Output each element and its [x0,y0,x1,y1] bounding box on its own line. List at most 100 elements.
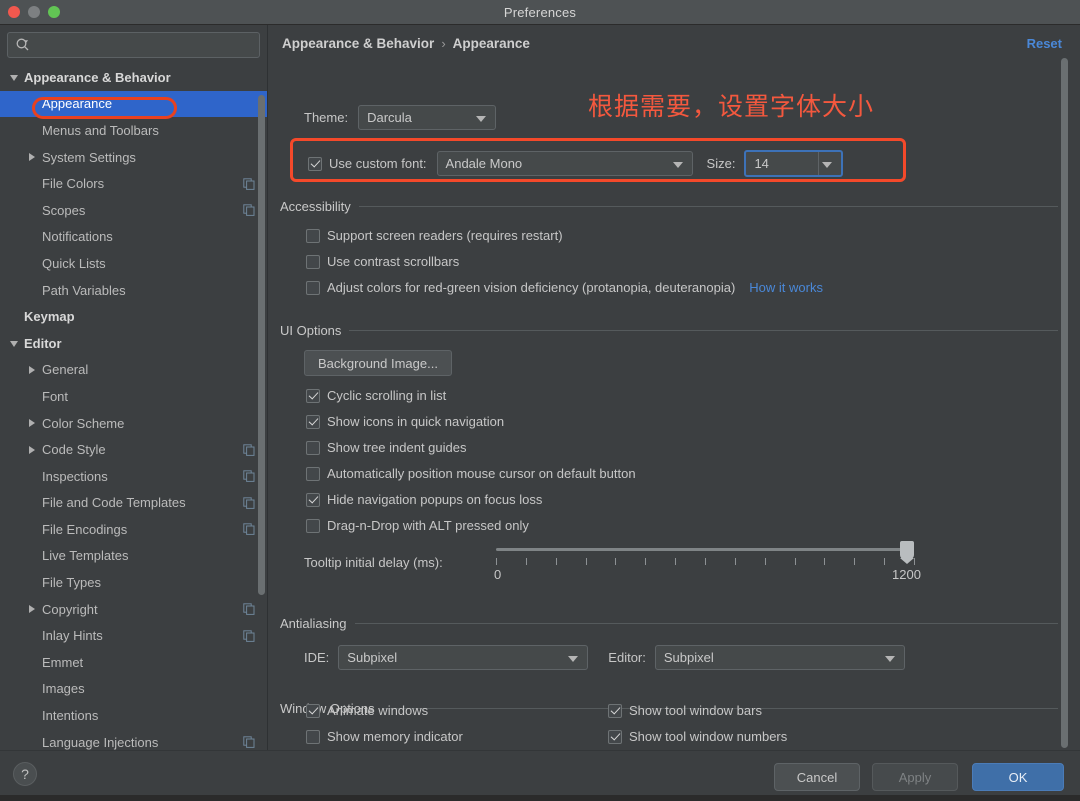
close-window-button[interactable] [8,6,20,18]
checkbox[interactable] [608,729,622,744]
sidebar-scrollbar-thumb[interactable] [258,95,265,595]
custom-font-dropdown[interactable]: Andale Mono [436,151,693,176]
chevron-down-icon[interactable] [822,161,833,168]
sidebar-item-emmet[interactable]: Emmet [0,649,267,676]
minimize-window-button[interactable] [28,6,40,18]
checkbox-show-memory-indicator[interactable]: Show memory indicator [306,729,463,744]
maximize-window-button[interactable] [48,6,60,18]
copy-settings-icon[interactable] [243,523,255,536]
sidebar-item-language-injections[interactable]: Language Injections [0,729,267,750]
checkbox-auto-position-mouse-cursor[interactable]: Automatically position mouse cursor on d… [306,466,636,481]
apply-button[interactable]: Apply [872,763,958,791]
checkbox-drag-n-drop-alt[interactable]: Drag-n-Drop with ALT pressed only [306,518,529,533]
chevron-right-icon[interactable] [26,151,39,164]
checkbox-show-icons-quick-navigation[interactable]: Show icons in quick navigation [306,414,504,429]
chevron-down-icon[interactable] [8,337,21,350]
checkbox-hide-navigation-popups[interactable]: Hide navigation popups on focus loss [306,492,542,507]
sidebar-item-scopes[interactable]: Scopes [0,197,267,224]
checkbox[interactable] [306,729,320,744]
sidebar-item-color-scheme[interactable]: Color Scheme [0,410,267,437]
use-custom-font-checkbox[interactable] [308,156,322,171]
search-input[interactable] [31,38,259,52]
sidebar-item-appearance-behavior[interactable]: Appearance & Behavior [0,64,267,91]
copy-settings-icon[interactable] [243,603,255,616]
copy-settings-icon[interactable] [243,204,255,217]
checkbox[interactable] [306,703,320,718]
sidebar-item-font[interactable]: Font [0,383,267,410]
checkbox[interactable] [306,228,320,243]
sidebar-item-editor[interactable]: Editor [0,330,267,357]
slider-thumb[interactable] [900,541,914,564]
checkbox-adjust-colors-vision-deficiency[interactable]: Adjust colors for red-green vision defic… [306,280,823,295]
breadcrumb-parent[interactable]: Appearance & Behavior [282,36,434,51]
chevron-right-icon[interactable] [26,443,39,456]
ok-button[interactable]: OK [972,763,1064,791]
copy-settings-icon[interactable] [243,470,255,483]
sidebar-item-path-variables[interactable]: Path Variables [0,277,267,304]
checkbox[interactable] [608,703,622,718]
checkbox-show-tree-indent-guides[interactable]: Show tree indent guides [306,440,466,455]
sidebar-item-menus-and-toolbars[interactable]: Menus and Toolbars [0,117,267,144]
font-size-dropdown[interactable]: 14 [744,150,844,177]
checkbox[interactable] [306,492,320,507]
chevron-down-icon[interactable] [8,71,21,84]
help-button[interactable]: ? [13,762,37,786]
checkbox-label: Show tool window bars [629,703,762,718]
cancel-button[interactable]: Cancel [774,763,860,791]
checkbox[interactable] [306,518,320,533]
how-it-works-link[interactable]: How it works [749,280,823,295]
font-size-value[interactable]: 14 [754,156,768,171]
checkbox-use-contrast-scrollbars[interactable]: Use contrast scrollbars [306,254,459,269]
sidebar-item-images[interactable]: Images [0,676,267,703]
theme-dropdown[interactable]: Darcula [358,105,497,130]
chevron-right-icon[interactable] [26,363,39,376]
sidebar-item-file-and-code-templates[interactable]: File and Code Templates [0,490,267,517]
sidebar-item-notifications[interactable]: Notifications [0,224,267,251]
editor-antialiasing-dropdown[interactable]: Subpixel [654,645,905,670]
sidebar-item-intentions[interactable]: Intentions [0,702,267,729]
search-icon [15,37,31,53]
sidebar-item-quick-lists[interactable]: Quick Lists [0,250,267,277]
sidebar-item-file-types[interactable]: File Types [0,569,267,596]
sidebar-item-inspections[interactable]: Inspections [0,463,267,490]
checkbox-animate-windows[interactable]: Animate windows [306,703,428,718]
sidebar-item-file-encodings[interactable]: File Encodings [0,516,267,543]
checkbox[interactable] [306,280,320,295]
checkbox-show-tool-window-numbers[interactable]: Show tool window numbers [608,729,787,744]
sidebar-item-system-settings[interactable]: System Settings [0,144,267,171]
sidebar-item-live-templates[interactable]: Live Templates [0,543,267,570]
sidebar-item-inlay-hints[interactable]: Inlay Hints [0,622,267,649]
sidebar-item-code-style[interactable]: Code Style [0,436,267,463]
use-custom-font-checkbox-row[interactable]: Use custom font: [308,156,427,171]
checkbox-cyclic-scrolling[interactable]: Cyclic scrolling in list [306,388,446,403]
sidebar-item-general[interactable]: General [0,357,267,384]
sidebar-item-file-colors[interactable]: File Colors [0,170,267,197]
copy-settings-icon[interactable] [243,497,255,509]
copy-settings-icon[interactable] [243,443,255,456]
chevron-right-icon[interactable] [26,603,39,616]
sidebar-item-keymap[interactable]: Keymap [0,303,267,330]
copy-settings-icon[interactable] [243,177,255,190]
checkbox[interactable] [306,414,320,429]
checkbox-show-tool-window-bars[interactable]: Show tool window bars [608,703,762,718]
search-box[interactable] [7,32,260,58]
copy-settings-icon[interactable] [243,736,255,749]
tooltip-delay-slider[interactable] [496,541,915,567]
checkbox[interactable] [306,440,320,455]
ide-antialiasing-dropdown[interactable]: Subpixel [338,645,589,670]
checkbox[interactable] [306,466,320,481]
main-scrollbar-thumb[interactable] [1061,58,1068,748]
settings-sidebar: Appearance & Behavior Appearance Menus and… [0,25,268,750]
checkbox[interactable] [306,388,320,403]
copy-settings-icon[interactable] [243,630,255,642]
reset-link[interactable]: Reset [1027,36,1062,51]
background-image-button[interactable]: Background Image... [304,350,452,376]
chevron-down-icon [568,655,579,662]
settings-tree[interactable]: Appearance & Behavior Appearance Menus and… [0,64,267,750]
checkbox[interactable] [306,254,320,269]
sidebar-item-copyright[interactable]: Copyright [0,596,267,623]
checkbox-support-screen-readers[interactable]: Support screen readers (requires restart… [306,228,563,243]
chevron-right-icon[interactable] [26,417,39,430]
annotation-text: 根据需要，设置字体大小 [588,92,875,121]
checkbox-label: Show icons in quick navigation [327,414,505,429]
